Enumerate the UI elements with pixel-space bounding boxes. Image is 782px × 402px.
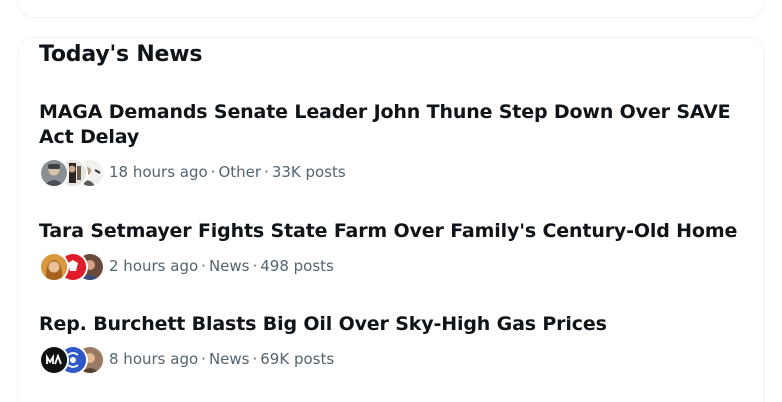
avatar (39, 252, 69, 282)
meta-separator: · (252, 350, 258, 368)
meta-separator: · (264, 163, 269, 181)
news-headline: Tara Setmayer Fights State Farm Over Fam… (39, 220, 738, 242)
news-category: Other (218, 163, 262, 181)
news-meta-text: 8 hours ago · News · 69K posts (109, 350, 334, 368)
news-meta: 2 hours ago · News · 498 posts (39, 251, 739, 282)
avatar-stack (39, 344, 105, 375)
news-time: 2 hours ago (109, 257, 199, 275)
news-post-count: 33K posts (271, 163, 346, 181)
news-headline: MAGA Demands Senate Leader John Thune St… (39, 101, 731, 148)
news-item[interactable]: Tara Setmayer Fights State Farm Over Fam… (39, 219, 739, 282)
avatar-stack (39, 251, 105, 282)
avatar (39, 158, 69, 188)
news-post-count: 498 posts (260, 257, 334, 275)
news-headline: Rep. Burchett Blasts Big Oil Over Sky-Hi… (39, 313, 607, 335)
meta-separator: · (252, 257, 258, 275)
news-time: 18 hours ago (109, 163, 208, 181)
logo-avatar (39, 345, 69, 375)
todays-news-card: Today's News MAGA Demands Senate Leader … (17, 37, 765, 402)
meta-separator: · (201, 350, 206, 368)
news-meta-text: 2 hours ago · News · 498 posts (109, 257, 334, 275)
news-item[interactable]: Rep. Burchett Blasts Big Oil Over Sky-Hi… (39, 312, 739, 375)
news-meta: 8 hours ago · News · 69K posts (39, 344, 739, 375)
meta-separator: · (201, 257, 206, 275)
section-title: Today's News (39, 42, 203, 67)
news-meta: 18 hours ago · Other · 33K posts (39, 157, 739, 188)
previous-card-edge (17, 0, 765, 18)
meta-separator: · (210, 163, 216, 181)
news-item[interactable]: MAGA Demands Senate Leader John Thune St… (39, 100, 739, 188)
news-category: News (208, 350, 250, 368)
avatar-stack (39, 157, 105, 188)
news-time: 8 hours ago (109, 350, 199, 368)
news-category: News (208, 257, 250, 275)
news-post-count: 69K posts (260, 350, 335, 368)
news-meta-text: 18 hours ago · Other · 33K posts (109, 163, 346, 181)
news-page: Today's News MAGA Demands Senate Leader … (0, 0, 782, 402)
